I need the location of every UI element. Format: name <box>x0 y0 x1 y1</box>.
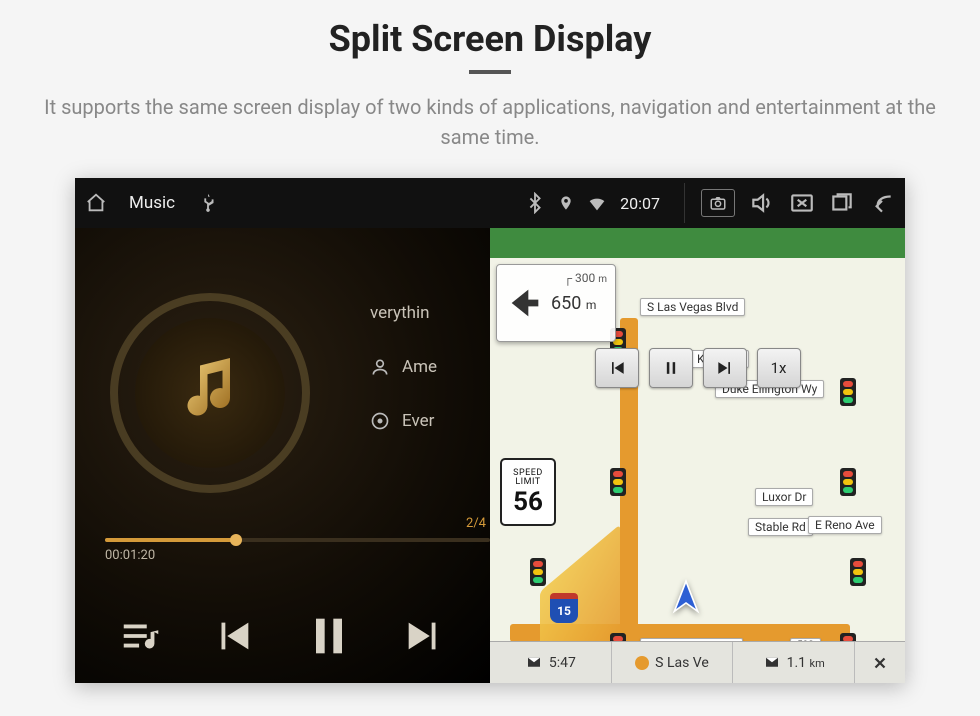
wifi-icon <box>586 192 608 214</box>
vehicle-position-icon <box>666 578 706 618</box>
album-name: Ever <box>402 411 434 431</box>
close-split-icon[interactable] <box>789 190 815 216</box>
next-button[interactable] <box>401 613 447 659</box>
artist-icon <box>370 357 390 377</box>
traffic-light-icon <box>840 468 856 496</box>
turn-panel: 650 m ┌ 300 m <box>496 264 616 342</box>
route-prev-button[interactable] <box>595 348 639 388</box>
street-label: Luxor Dr <box>755 488 813 506</box>
bluetooth-icon <box>524 192 546 214</box>
street-label: S Las Vegas Blvd <box>640 298 745 316</box>
turn-distance: 650 m <box>551 293 596 314</box>
recent-apps-icon[interactable] <box>829 190 855 216</box>
artist-name: Ame <box>402 357 437 377</box>
route-speed-button[interactable]: 1x <box>757 348 801 388</box>
elapsed-time: 00:01:20 <box>105 548 155 563</box>
route-pause-button[interactable] <box>649 348 693 388</box>
device-screenshot: Music 20:07 <box>75 178 905 683</box>
clock-time: 20:07 <box>620 194 660 213</box>
track-counter: 2/4 <box>466 516 486 531</box>
music-note-icon <box>170 353 250 433</box>
track-metadata: verythin Ame Ever <box>370 303 437 465</box>
route-next-button[interactable] <box>703 348 747 388</box>
previous-button[interactable] <box>210 613 256 659</box>
distance-cell: 1.1 km <box>733 642 855 683</box>
page-title: Split Screen Display <box>329 18 652 60</box>
screenshot-button[interactable] <box>701 189 735 217</box>
eta-cell: 5:47 <box>490 642 612 683</box>
speed-limit-sign: SPEED LIMIT 56 <box>500 458 556 526</box>
location-icon <box>558 195 574 211</box>
title-underline <box>469 70 511 74</box>
home-icon[interactable] <box>85 192 107 214</box>
navigation-pane: 15 S Las Vegas Blvd Koval Ln Duke Elling… <box>490 228 905 683</box>
progress-slider[interactable] <box>105 538 490 542</box>
traffic-light-icon <box>840 378 856 406</box>
playlist-button[interactable] <box>118 613 164 659</box>
nav-info-bar: 5:47 S Las Ve 1.1 km <box>490 641 905 683</box>
street-label: Stable Rd <box>748 518 813 536</box>
remaining-cell: S Las Ve <box>612 642 734 683</box>
back-icon[interactable] <box>869 190 895 216</box>
volume-icon[interactable] <box>749 190 775 216</box>
nav-header-strip <box>490 228 905 258</box>
music-pane: verythin Ame Ever <box>75 228 490 683</box>
nav-close-button[interactable] <box>855 642 905 683</box>
transport-controls <box>75 588 490 683</box>
track-title: verythin <box>370 303 430 323</box>
traffic-light-icon <box>850 558 866 586</box>
traffic-light-icon <box>530 558 546 586</box>
pause-button[interactable] <box>303 610 355 662</box>
turn-distance-secondary: ┌ 300 m <box>564 271 607 285</box>
album-icon <box>370 411 390 431</box>
camera-icon <box>709 194 727 212</box>
highway-shield: 15 <box>550 593 578 623</box>
page-description: It supports the same screen display of t… <box>40 92 940 152</box>
route-playback-controls: 1x <box>595 348 801 388</box>
album-art <box>110 293 310 493</box>
turn-left-icon <box>505 283 545 323</box>
usb-icon <box>197 192 219 214</box>
street-label: E Reno Ave <box>808 516 882 534</box>
traffic-light-icon <box>610 468 626 496</box>
app-label: Music <box>129 193 175 213</box>
status-bar: Music 20:07 <box>75 178 905 228</box>
